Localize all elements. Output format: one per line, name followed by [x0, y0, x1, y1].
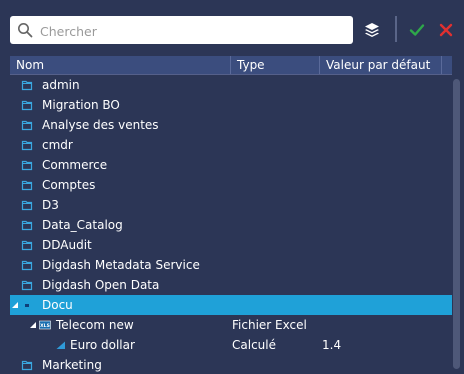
column-header-name[interactable]: Nom — [10, 56, 231, 74]
tree-row[interactable]: Comptes — [10, 175, 452, 195]
search-icon — [18, 23, 33, 38]
tree-row[interactable]: DDAudit — [10, 235, 452, 255]
scrollbar-thumb[interactable] — [453, 79, 460, 369]
close-icon[interactable] — [437, 21, 455, 39]
vertical-scrollbar[interactable] — [452, 75, 461, 374]
tree-table: Nom Type Valeur par défaut admin Migratio… — [10, 56, 461, 374]
expand-arrow-icon[interactable] — [11, 301, 19, 309]
row-label: Marketing — [42, 358, 102, 372]
tree-row[interactable]: Digdash Open Data — [10, 275, 452, 295]
row-label: Comptes — [42, 178, 96, 192]
toolbar — [0, 0, 464, 56]
row-label: DDAudit — [42, 238, 92, 252]
tree-row[interactable]: D3 — [10, 195, 452, 215]
row-label: D3 — [42, 198, 59, 212]
expand-arrow-icon[interactable] — [29, 321, 37, 329]
folder-open-icon — [25, 304, 29, 307]
tree-row[interactable]: Marketing — [10, 355, 452, 374]
column-header-type[interactable]: Type — [231, 56, 320, 74]
column-header-default-value[interactable]: Valeur par défaut — [320, 56, 442, 74]
row-label: cmdr — [42, 138, 73, 152]
column-header-extra — [442, 56, 452, 74]
folder-icon — [21, 140, 33, 151]
row-label: Euro dollar — [70, 338, 135, 352]
row-label: Data_Catalog — [42, 218, 123, 232]
folder-icon — [21, 240, 33, 251]
tree-row[interactable]: admin — [10, 75, 452, 95]
row-label: Commerce — [42, 158, 108, 172]
tree-row[interactable]: Euro dollar Calculé 1.4 — [10, 335, 452, 355]
row-default-value: 1.4 — [322, 338, 342, 352]
row-label: Analyse des ventes — [42, 118, 159, 132]
row-type: Fichier Excel — [232, 318, 307, 332]
row-label: Docu — [42, 298, 73, 312]
row-label: Digdash Metadata Service — [42, 258, 200, 272]
svg-text:XLS: XLS — [40, 323, 50, 329]
excel-file-icon: XLS — [39, 320, 51, 330]
tree-row[interactable]: Docu — [10, 295, 452, 315]
folder-icon — [21, 200, 33, 211]
folder-icon — [21, 260, 33, 271]
folder-icon — [21, 100, 33, 111]
row-label: admin — [42, 78, 80, 92]
folder-icon — [21, 280, 33, 291]
folder-icon — [21, 160, 33, 171]
folder-icon — [21, 220, 33, 231]
tree-row[interactable]: Digdash Metadata Service — [10, 255, 452, 275]
row-type: Calculé — [232, 338, 276, 352]
row-label: Telecom new — [56, 318, 134, 332]
folder-icon — [21, 180, 33, 191]
search-input[interactable] — [38, 20, 342, 42]
folder-icon — [21, 120, 33, 131]
check-icon[interactable] — [408, 21, 426, 39]
search-box — [10, 16, 353, 44]
tree-row[interactable]: Analyse des ventes — [10, 115, 452, 135]
tree-row[interactable]: XLS Telecom new Fichier Excel — [10, 315, 452, 335]
folder-icon — [21, 80, 33, 91]
folder-icon — [21, 360, 33, 371]
tree-row[interactable]: Commerce — [10, 155, 452, 175]
tree-row[interactable]: cmdr — [10, 135, 452, 155]
row-label: Digdash Open Data — [42, 278, 160, 292]
toolbar-separator — [395, 16, 397, 42]
table-header: Nom Type Valeur par défaut — [10, 56, 452, 75]
tree-row[interactable]: Migration BO — [10, 95, 452, 115]
measure-icon — [56, 341, 65, 349]
row-label: Migration BO — [42, 98, 120, 112]
tree-row[interactable]: Data_Catalog — [10, 215, 452, 235]
layers-icon[interactable] — [363, 21, 381, 39]
